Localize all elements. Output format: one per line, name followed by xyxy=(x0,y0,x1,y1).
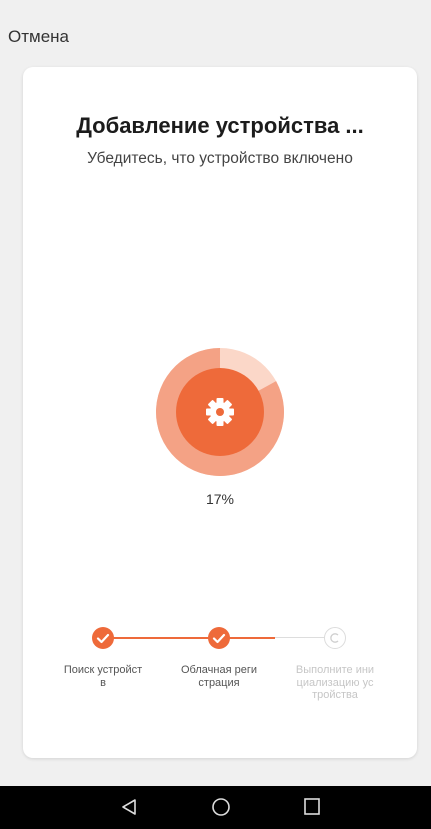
step-2-label: Облачная регистрация xyxy=(181,664,257,689)
recents-icon[interactable] xyxy=(303,798,321,821)
page-subtitle: Убедитесь, что устройство включено xyxy=(87,150,353,167)
progress-percent: 17% xyxy=(205,491,235,507)
step-1-check-icon xyxy=(92,627,114,649)
gear-icon xyxy=(195,387,245,437)
step-3-pending-icon xyxy=(324,627,346,649)
status-bar xyxy=(0,0,431,10)
step-3-label: Выполните инициализацию устройства xyxy=(295,664,375,701)
add-device-card: Добавление устройства ... Убедитесь, что… xyxy=(23,67,417,758)
step-2-check-icon xyxy=(208,627,230,649)
step-1-label: Поиск устройств xyxy=(63,664,143,689)
step-connector-done xyxy=(103,637,275,639)
system-navigation-bar xyxy=(0,786,431,829)
back-icon[interactable] xyxy=(120,798,138,821)
home-icon[interactable] xyxy=(211,798,231,823)
progress-ring xyxy=(156,348,284,476)
page-title: Добавление устройства ... xyxy=(76,113,364,138)
cancel-button[interactable]: Отмена xyxy=(8,27,69,47)
